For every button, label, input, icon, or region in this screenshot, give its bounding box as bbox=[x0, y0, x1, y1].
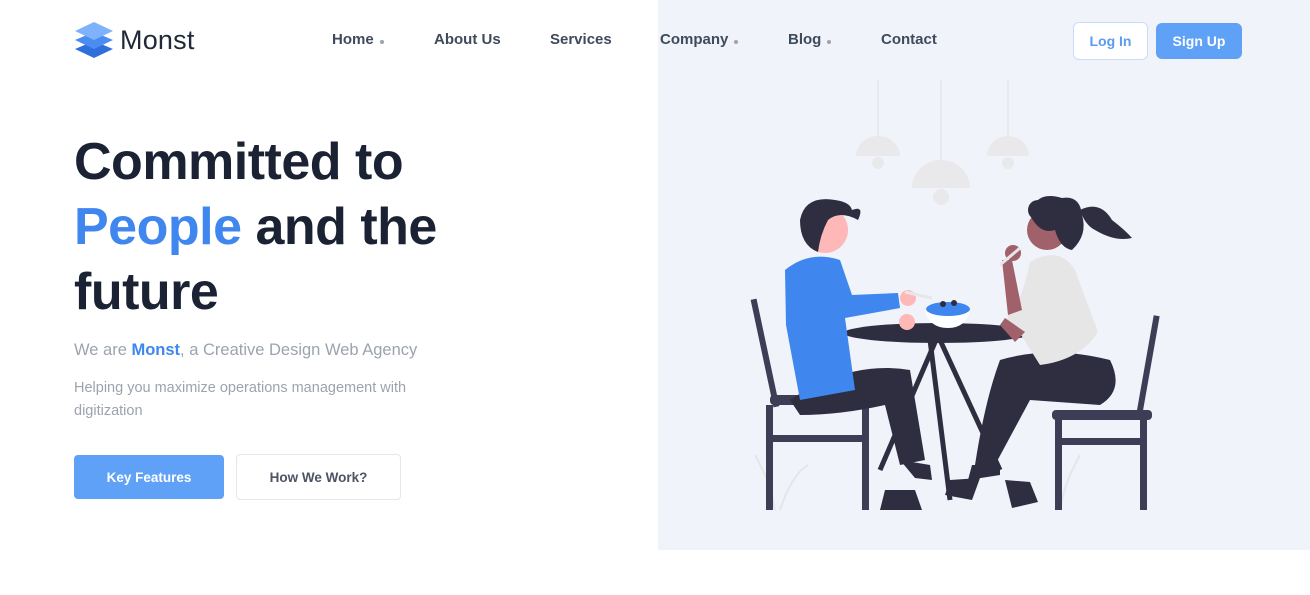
nav-item-company[interactable]: Company bbox=[660, 31, 739, 48]
signup-button[interactable]: Sign Up bbox=[1156, 23, 1242, 59]
stacked-layers-icon bbox=[74, 21, 114, 59]
nav-label: Home bbox=[332, 31, 374, 48]
nav-label: About Us bbox=[434, 31, 501, 48]
headline-line-2: and the bbox=[255, 198, 437, 256]
how-we-work-button[interactable]: How We Work? bbox=[236, 454, 401, 500]
tagline-suffix: , a Creative Design Web Agency bbox=[180, 341, 418, 359]
nav-item-about-us[interactable]: About Us bbox=[434, 31, 501, 48]
tagline-prefix: We are bbox=[74, 341, 132, 359]
headline-line-3: future bbox=[74, 263, 219, 321]
login-button[interactable]: Log In bbox=[1073, 22, 1148, 60]
nav-label: Company bbox=[660, 31, 729, 48]
nav-label: Contact bbox=[881, 31, 937, 48]
tagline-brand: Monst bbox=[131, 341, 181, 359]
key-features-button[interactable]: Key Features bbox=[74, 455, 224, 499]
brand-name: Monst bbox=[120, 24, 195, 55]
hero-tagline: We are Monst, a Creative Design Web Agen… bbox=[74, 341, 417, 360]
nav-label: Services bbox=[550, 31, 612, 48]
dropdown-dot-icon bbox=[379, 40, 384, 44]
hero-headline: Committed to People and the future bbox=[74, 130, 574, 325]
nav-item-services[interactable]: Services bbox=[550, 31, 612, 48]
dropdown-dot-icon bbox=[734, 40, 739, 44]
nav-label: Blog bbox=[788, 31, 822, 48]
headline-line-1: Committed to bbox=[74, 133, 404, 191]
headline-highlight: People bbox=[74, 198, 242, 256]
dropdown-dot-icon bbox=[827, 40, 832, 44]
nav-item-blog[interactable]: Blog bbox=[788, 31, 832, 48]
logo[interactable]: Monst bbox=[74, 21, 195, 59]
nav-item-home[interactable]: Home bbox=[332, 31, 384, 48]
people-dining-illustration-icon bbox=[700, 70, 1180, 525]
hero-subtext: Helping you maximize operations manageme… bbox=[74, 380, 407, 419]
nav-item-contact[interactable]: Contact bbox=[881, 31, 937, 48]
